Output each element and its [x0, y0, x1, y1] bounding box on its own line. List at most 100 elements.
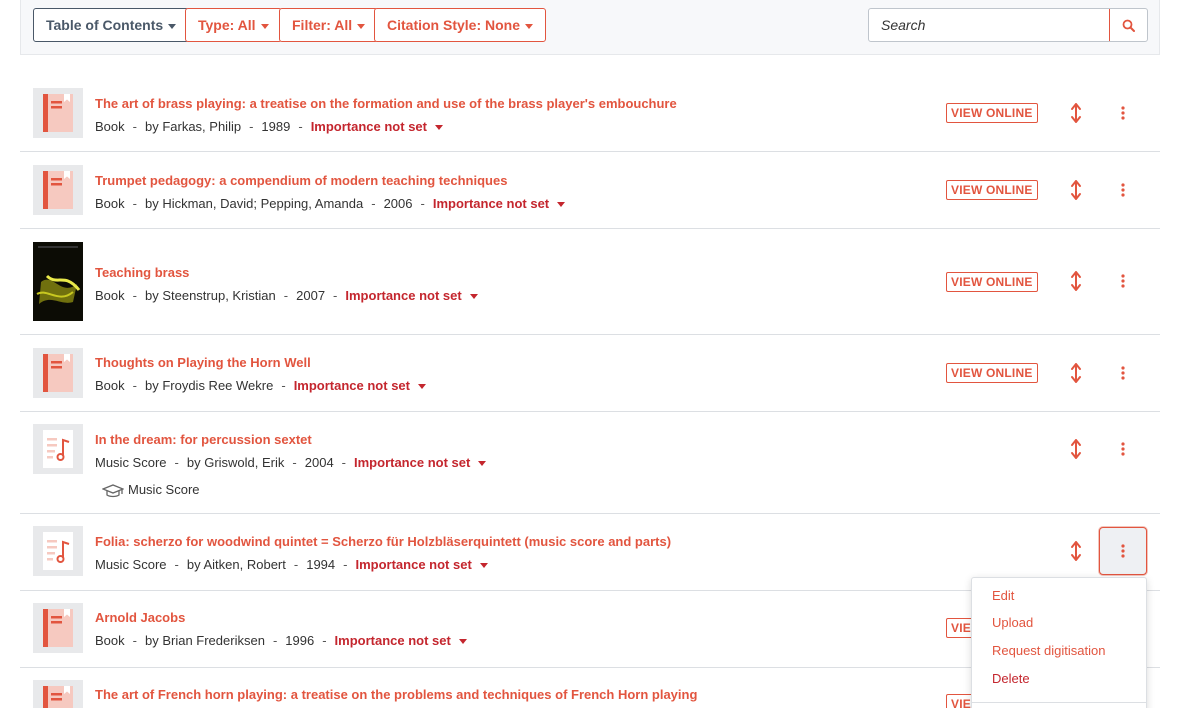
item-author: by Brian Frederiksen [144, 633, 265, 648]
type-filter-dropdown[interactable]: Type: All [185, 8, 282, 42]
chevron-down-icon [478, 461, 487, 467]
graduation-cap-icon [101, 483, 125, 497]
importance-label: Importance not set [354, 455, 471, 470]
more-options-button[interactable] [1099, 527, 1147, 575]
importance-dropdown[interactable]: Importance not set [294, 378, 426, 393]
book-icon [33, 88, 83, 138]
move-handle-icon[interactable] [1066, 362, 1086, 384]
move-handle-icon[interactable] [1066, 540, 1086, 562]
chevron-down-icon [525, 23, 534, 29]
importance-label: Importance not set [355, 557, 472, 572]
filter-label: Filter: All [292, 17, 353, 33]
importance-dropdown[interactable]: Importance not set [355, 557, 488, 572]
book-icon [33, 348, 83, 398]
more-vertical-icon [1121, 442, 1125, 456]
menu-item-request-digitisation[interactable]: Request digitisation [992, 643, 1105, 658]
item-title[interactable]: In the dream: for percussion sextet [95, 432, 312, 447]
toc-label: Table of Contents [46, 17, 164, 33]
move-handle-icon[interactable] [1066, 102, 1086, 124]
chevron-down-icon [168, 23, 177, 29]
item-meta: Book - by Steenstrup, Kristian -2007- Import… [95, 288, 478, 303]
item-type: Music Score [95, 455, 167, 470]
more-options-button[interactable] [1100, 426, 1146, 472]
importance-dropdown[interactable]: Importance not set [345, 288, 478, 303]
item-meta: Music Score - by Griswold, Erik -2004- Impor… [95, 455, 487, 470]
item-meta: Book - by Hickman, David; Pepping, Amanda -… [95, 196, 566, 211]
menu-item-upload[interactable]: Upload [992, 615, 1033, 630]
menu-item-edit[interactable]: Edit [992, 588, 1014, 603]
item-year: 1989 [261, 119, 291, 134]
search-icon [1122, 19, 1135, 32]
importance-label: Importance not set [345, 288, 462, 303]
importance-label: Importance not set [334, 633, 451, 648]
item-author: by Farkas, Philip [144, 119, 242, 134]
move-handle-icon[interactable] [1066, 270, 1086, 292]
more-vertical-icon [1121, 366, 1125, 380]
more-options-button[interactable] [1100, 90, 1146, 136]
importance-dropdown[interactable]: Importance not set [354, 455, 487, 470]
more-vertical-icon [1121, 183, 1125, 197]
item-author: by Aitken, Robert [186, 557, 286, 572]
move-handle-icon[interactable] [1066, 438, 1086, 460]
item-meta: Book - by Brian Frederiksen -1996- Importanc… [95, 633, 467, 648]
item-year: 2007 [296, 288, 326, 303]
book-icon [33, 165, 83, 215]
item-year: 1994 [306, 557, 336, 572]
item-title[interactable]: The art of brass playing: a treatise on … [95, 96, 677, 111]
item-author: by Hickman, David; Pepping, Amanda [144, 196, 364, 211]
view-online-button[interactable]: VIEW ONLINE [946, 180, 1038, 200]
book-icon [33, 603, 83, 653]
item-type: Book [95, 633, 125, 648]
item-author: by Griswold, Erik [186, 455, 285, 470]
importance-label: Importance not set [293, 378, 410, 393]
list-item: Thoughts on Playing the Horn Well Book - b… [20, 335, 1160, 412]
item-year: 1996 [285, 633, 315, 648]
search-box [868, 8, 1148, 42]
importance-dropdown[interactable]: Importance not set [335, 633, 467, 648]
more-vertical-icon [1121, 106, 1125, 120]
item-author: by Steenstrup, Kristian [144, 288, 276, 303]
chevron-down-icon [469, 294, 478, 300]
importance-label: Importance not set [432, 196, 550, 211]
item-author: by Froydis Ree Wekre [144, 378, 274, 393]
table-of-contents-dropdown[interactable]: Table of Contents [33, 8, 190, 42]
more-options-button[interactable] [1100, 258, 1146, 304]
view-online-button[interactable]: VIEW ONLINE [946, 363, 1038, 383]
item-title[interactable]: Thoughts on Playing the Horn Well [95, 355, 311, 370]
list-item: Teaching brass Book - by Steenstrup, Krist… [20, 229, 1160, 335]
item-meta: Book - by Froydis Ree Wekre - Importance not… [95, 378, 426, 393]
search-button[interactable] [1109, 9, 1147, 41]
list-item: Trumpet pedagogy: a compendium of modern… [20, 152, 1160, 229]
more-options-button[interactable] [1100, 350, 1146, 396]
list-item: In the dream: for percussion sextet Musi… [20, 412, 1160, 514]
chevron-down-icon [458, 639, 467, 645]
menu-item-delete[interactable]: Delete [992, 671, 1030, 686]
citation-label: Citation Style: None [387, 17, 521, 33]
chevron-down-icon [260, 23, 269, 29]
item-title[interactable]: Trumpet pedagogy: a compendium of modern… [95, 173, 507, 188]
item-title[interactable]: Arnold Jacobs [95, 610, 185, 625]
search-input[interactable] [869, 9, 1109, 41]
filter-dropdown[interactable]: Filter: All [279, 8, 379, 42]
view-online-button[interactable]: VIEW ONLINE [946, 103, 1038, 123]
toolbar: Table of Contents Type: All Filter: All … [20, 0, 1160, 55]
item-context-menu: Edit Upload Request digitisation Delete [971, 577, 1147, 708]
menu-divider [972, 702, 1146, 703]
view-online-button[interactable]: VIEW ONLINE [946, 272, 1038, 292]
item-type: Book [95, 378, 125, 393]
more-options-button[interactable] [1100, 167, 1146, 213]
item-title[interactable]: Folia: scherzo for woodwind quintet = Sc… [95, 534, 671, 549]
item-year: 2006 [383, 196, 413, 211]
item-title[interactable]: Teaching brass [95, 265, 189, 280]
chevron-down-icon [479, 563, 488, 569]
citation-style-dropdown[interactable]: Citation Style: None [374, 8, 547, 42]
move-handle-icon[interactable] [1066, 179, 1086, 201]
book-cover-image [33, 242, 83, 321]
item-type: Book [95, 288, 125, 303]
importance-dropdown[interactable]: Importance not set [432, 196, 566, 211]
type-label: Type: All [198, 17, 256, 33]
item-year: 2004 [304, 455, 334, 470]
importance-dropdown[interactable]: Importance not set [311, 119, 443, 134]
item-title[interactable]: The art of French horn playing: a treati… [95, 687, 697, 702]
more-vertical-icon [1121, 274, 1125, 288]
